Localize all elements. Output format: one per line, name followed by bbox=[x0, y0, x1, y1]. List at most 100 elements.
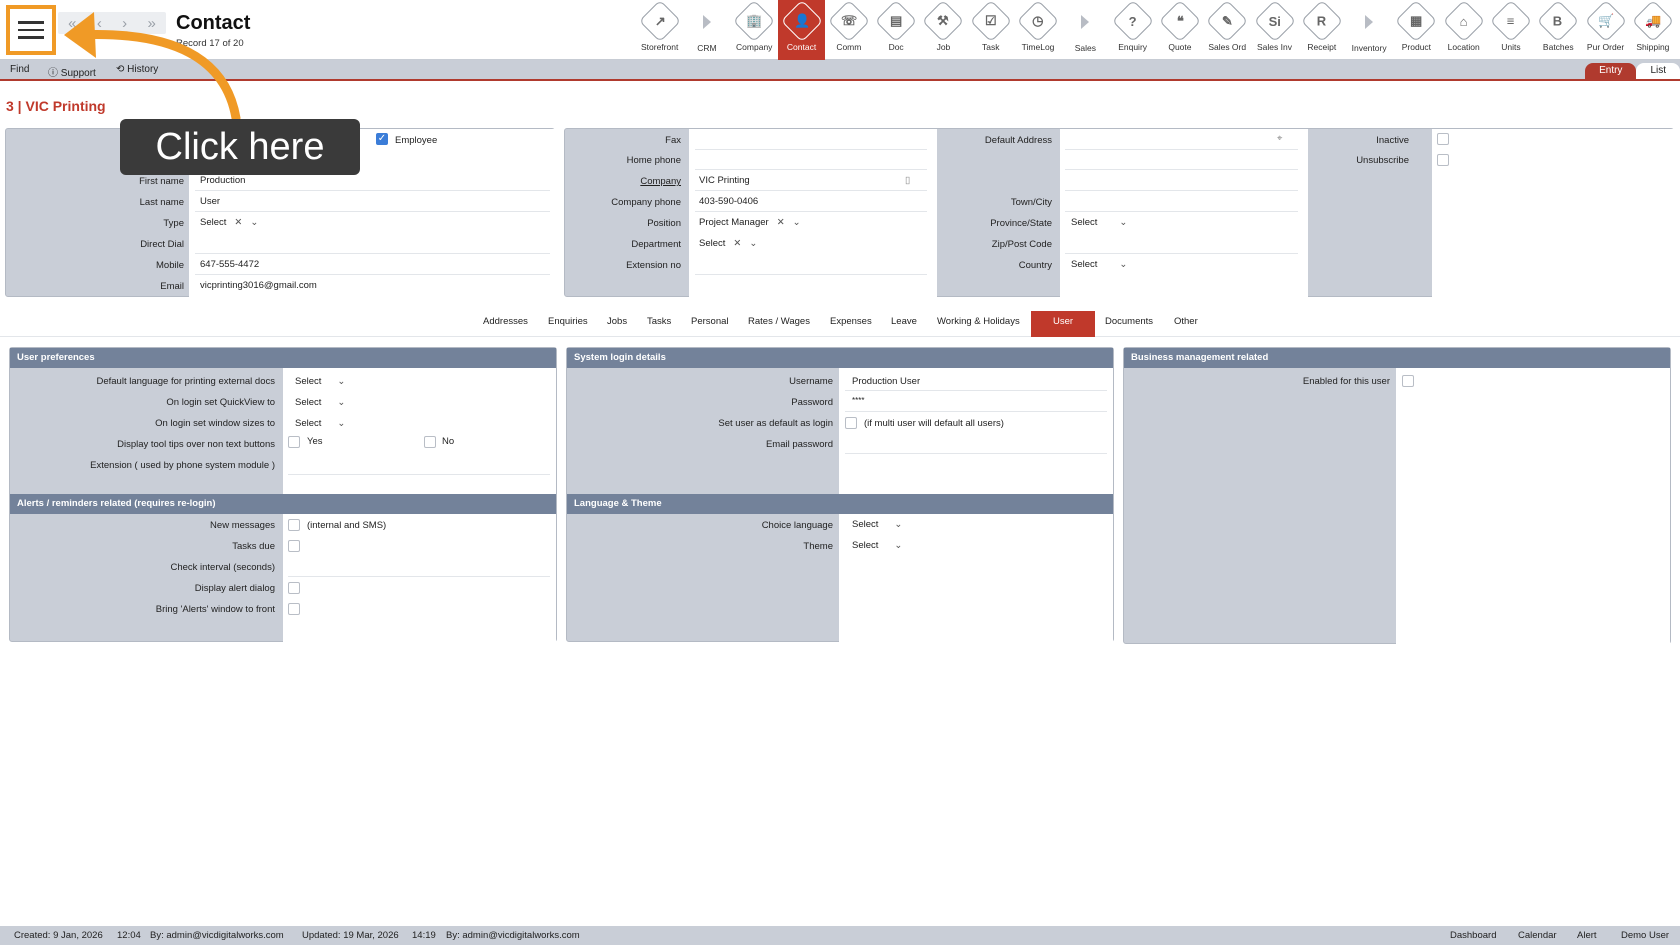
tasks-due-checkbox[interactable] bbox=[288, 540, 300, 552]
support-button[interactable]: ⓘ Support bbox=[48, 64, 96, 79]
dashboard-link[interactable]: Dashboard bbox=[1450, 930, 1496, 941]
tab-leave[interactable]: Leave bbox=[891, 311, 917, 337]
module-crm[interactable]: CRM bbox=[683, 0, 730, 60]
chevron-down-icon[interactable]: ⌄ bbox=[250, 217, 258, 228]
list-view-tab[interactable]: List bbox=[1636, 63, 1680, 79]
type-select[interactable]: Select ✕ ⌄ bbox=[200, 217, 258, 228]
theme-select[interactable]: Select ⌄ bbox=[852, 540, 902, 551]
module-product[interactable]: ▦ Product bbox=[1393, 0, 1440, 60]
employee-checkbox[interactable]: ✓ bbox=[376, 133, 388, 145]
zip-label: Zip/Post Code bbox=[991, 239, 1052, 250]
enabled-for-user-checkbox[interactable] bbox=[1402, 375, 1414, 387]
entry-view-tab[interactable]: Entry bbox=[1585, 63, 1637, 79]
alert-dialog-checkbox[interactable] bbox=[288, 582, 300, 594]
chevron-down-icon[interactable]: ⌄ bbox=[1119, 259, 1127, 270]
country-select[interactable]: Select ⌄ bbox=[1071, 259, 1127, 270]
module-label: TimeLog bbox=[1021, 42, 1055, 52]
mobile-field[interactable]: 647-555-4472 bbox=[200, 259, 259, 270]
module-sales-inv[interactable]: Si Sales Inv bbox=[1251, 0, 1298, 60]
module-contact[interactable]: 👤 Contact bbox=[777, 0, 826, 60]
module-location[interactable]: ⌂ Location bbox=[1440, 0, 1487, 60]
module-receipt[interactable]: R Receipt bbox=[1298, 0, 1345, 60]
first-record-button[interactable]: « bbox=[68, 15, 76, 32]
module-enquiry[interactable]: ? Enquiry bbox=[1109, 0, 1156, 60]
last-record-button[interactable]: » bbox=[147, 15, 155, 32]
province-select[interactable]: Select ⌄ bbox=[1071, 217, 1127, 228]
module-sales-ord[interactable]: ✎ Sales Ord bbox=[1204, 0, 1251, 60]
clear-icon[interactable]: ✕ bbox=[234, 217, 242, 228]
tab-jobs[interactable]: Jobs bbox=[607, 311, 627, 337]
module-units[interactable]: ≡ Units bbox=[1487, 0, 1534, 60]
company-field[interactable]: VIC Printing bbox=[699, 175, 750, 186]
next-record-button[interactable]: › bbox=[122, 15, 127, 32]
chevron-down-icon[interactable]: ⌄ bbox=[337, 418, 345, 429]
chevron-down-icon[interactable]: ⌄ bbox=[337, 376, 345, 387]
clear-icon[interactable]: ✕ bbox=[777, 217, 785, 228]
chevron-down-icon[interactable]: ⌄ bbox=[1119, 217, 1127, 228]
module-storefront[interactable]: ↗ Storefront bbox=[636, 0, 683, 60]
tab-rates-wages[interactable]: Rates / Wages bbox=[748, 311, 810, 337]
unsubscribe-checkbox[interactable] bbox=[1437, 154, 1449, 166]
position-select[interactable]: Project Manager ✕ ⌄ bbox=[699, 217, 801, 228]
window-size-select[interactable]: Select ⌄ bbox=[295, 418, 345, 429]
module-task[interactable]: ☑ Task bbox=[967, 0, 1014, 60]
module-doc[interactable]: ▤ Doc bbox=[872, 0, 919, 60]
password-field[interactable]: **** bbox=[852, 396, 864, 405]
department-select[interactable]: Select ✕ ⌄ bbox=[699, 238, 757, 249]
task-icon: ☑ bbox=[969, 0, 1012, 43]
first-name-field[interactable]: Production bbox=[200, 175, 245, 186]
new-messages-checkbox[interactable] bbox=[288, 519, 300, 531]
alert-link[interactable]: Alert bbox=[1577, 930, 1597, 941]
chevron-down-icon[interactable]: ⌄ bbox=[793, 217, 801, 228]
previous-record-button[interactable]: ‹ bbox=[97, 15, 102, 32]
module-pur-order[interactable]: 🛒 Pur Order bbox=[1582, 0, 1629, 60]
tab-expenses[interactable]: Expenses bbox=[830, 311, 872, 337]
tab-other[interactable]: Other bbox=[1174, 311, 1198, 337]
choice-language-select[interactable]: Select ⌄ bbox=[852, 519, 902, 530]
quickview-select[interactable]: Select ⌄ bbox=[295, 397, 345, 408]
find-button[interactable]: Find bbox=[10, 64, 29, 75]
module-shipping[interactable]: 🚚 Shipping bbox=[1629, 0, 1676, 60]
module-inventory[interactable]: Inventory bbox=[1345, 0, 1392, 60]
username-field[interactable]: Production User bbox=[852, 376, 920, 387]
record-counter: Record 17 of 20 bbox=[176, 38, 244, 49]
tab-user-prefs[interactable]: User Prefs bbox=[1031, 311, 1095, 349]
module-sales[interactable]: Sales bbox=[1062, 0, 1109, 60]
hamburger-menu-icon[interactable] bbox=[6, 5, 56, 55]
tab-addresses[interactable]: Addresses bbox=[483, 311, 528, 337]
tab-enquiries[interactable]: Enquiries bbox=[548, 311, 588, 337]
inactive-checkbox[interactable] bbox=[1437, 133, 1449, 145]
company-phone-field[interactable]: 403-590-0406 bbox=[699, 196, 758, 207]
clear-icon[interactable]: ✕ bbox=[733, 238, 741, 249]
product-icon: ▦ bbox=[1395, 0, 1438, 43]
history-button[interactable]: ⟲ History bbox=[116, 64, 158, 75]
module-batches[interactable]: B Batches bbox=[1535, 0, 1582, 60]
user-menu[interactable]: Demo User bbox=[1621, 930, 1669, 941]
module-timelog[interactable]: ◷ TimeLog bbox=[1014, 0, 1061, 60]
module-quote[interactable]: ❝ Quote bbox=[1156, 0, 1203, 60]
module-label: Shipping bbox=[1636, 42, 1670, 52]
chevron-down-icon[interactable]: ⌄ bbox=[894, 519, 902, 530]
shipping-icon: 🚚 bbox=[1631, 0, 1675, 43]
tab-documents[interactable]: Documents bbox=[1105, 311, 1153, 337]
chevron-down-icon[interactable]: ⌄ bbox=[894, 540, 902, 551]
location-pin-icon[interactable]: ⌖ bbox=[1277, 133, 1282, 144]
default-login-checkbox[interactable] bbox=[845, 417, 857, 429]
bring-to-front-checkbox[interactable] bbox=[288, 603, 300, 615]
calendar-link[interactable]: Calendar bbox=[1518, 930, 1557, 941]
tab-working-holidays[interactable]: Working & Holidays bbox=[937, 311, 1020, 337]
tooltips-no-checkbox[interactable] bbox=[424, 436, 436, 448]
module-job[interactable]: ⚒ Job bbox=[920, 0, 967, 60]
tooltips-yes-checkbox[interactable] bbox=[288, 436, 300, 448]
module-company[interactable]: 🏢 Company bbox=[731, 0, 778, 60]
tab-tasks[interactable]: Tasks bbox=[647, 311, 671, 337]
document-icon[interactable]: ▯ bbox=[905, 175, 910, 186]
print-language-select[interactable]: Select ⌄ bbox=[295, 376, 345, 387]
module-comm[interactable]: ☏ Comm bbox=[825, 0, 872, 60]
tab-personal[interactable]: Personal bbox=[691, 311, 729, 337]
chevron-down-icon[interactable]: ⌄ bbox=[337, 397, 345, 408]
last-name-field[interactable]: User bbox=[200, 196, 220, 207]
company-link[interactable]: Company bbox=[640, 176, 681, 187]
chevron-down-icon[interactable]: ⌄ bbox=[749, 238, 757, 249]
email-field[interactable]: vicprinting3016@gmail.com bbox=[200, 280, 317, 291]
